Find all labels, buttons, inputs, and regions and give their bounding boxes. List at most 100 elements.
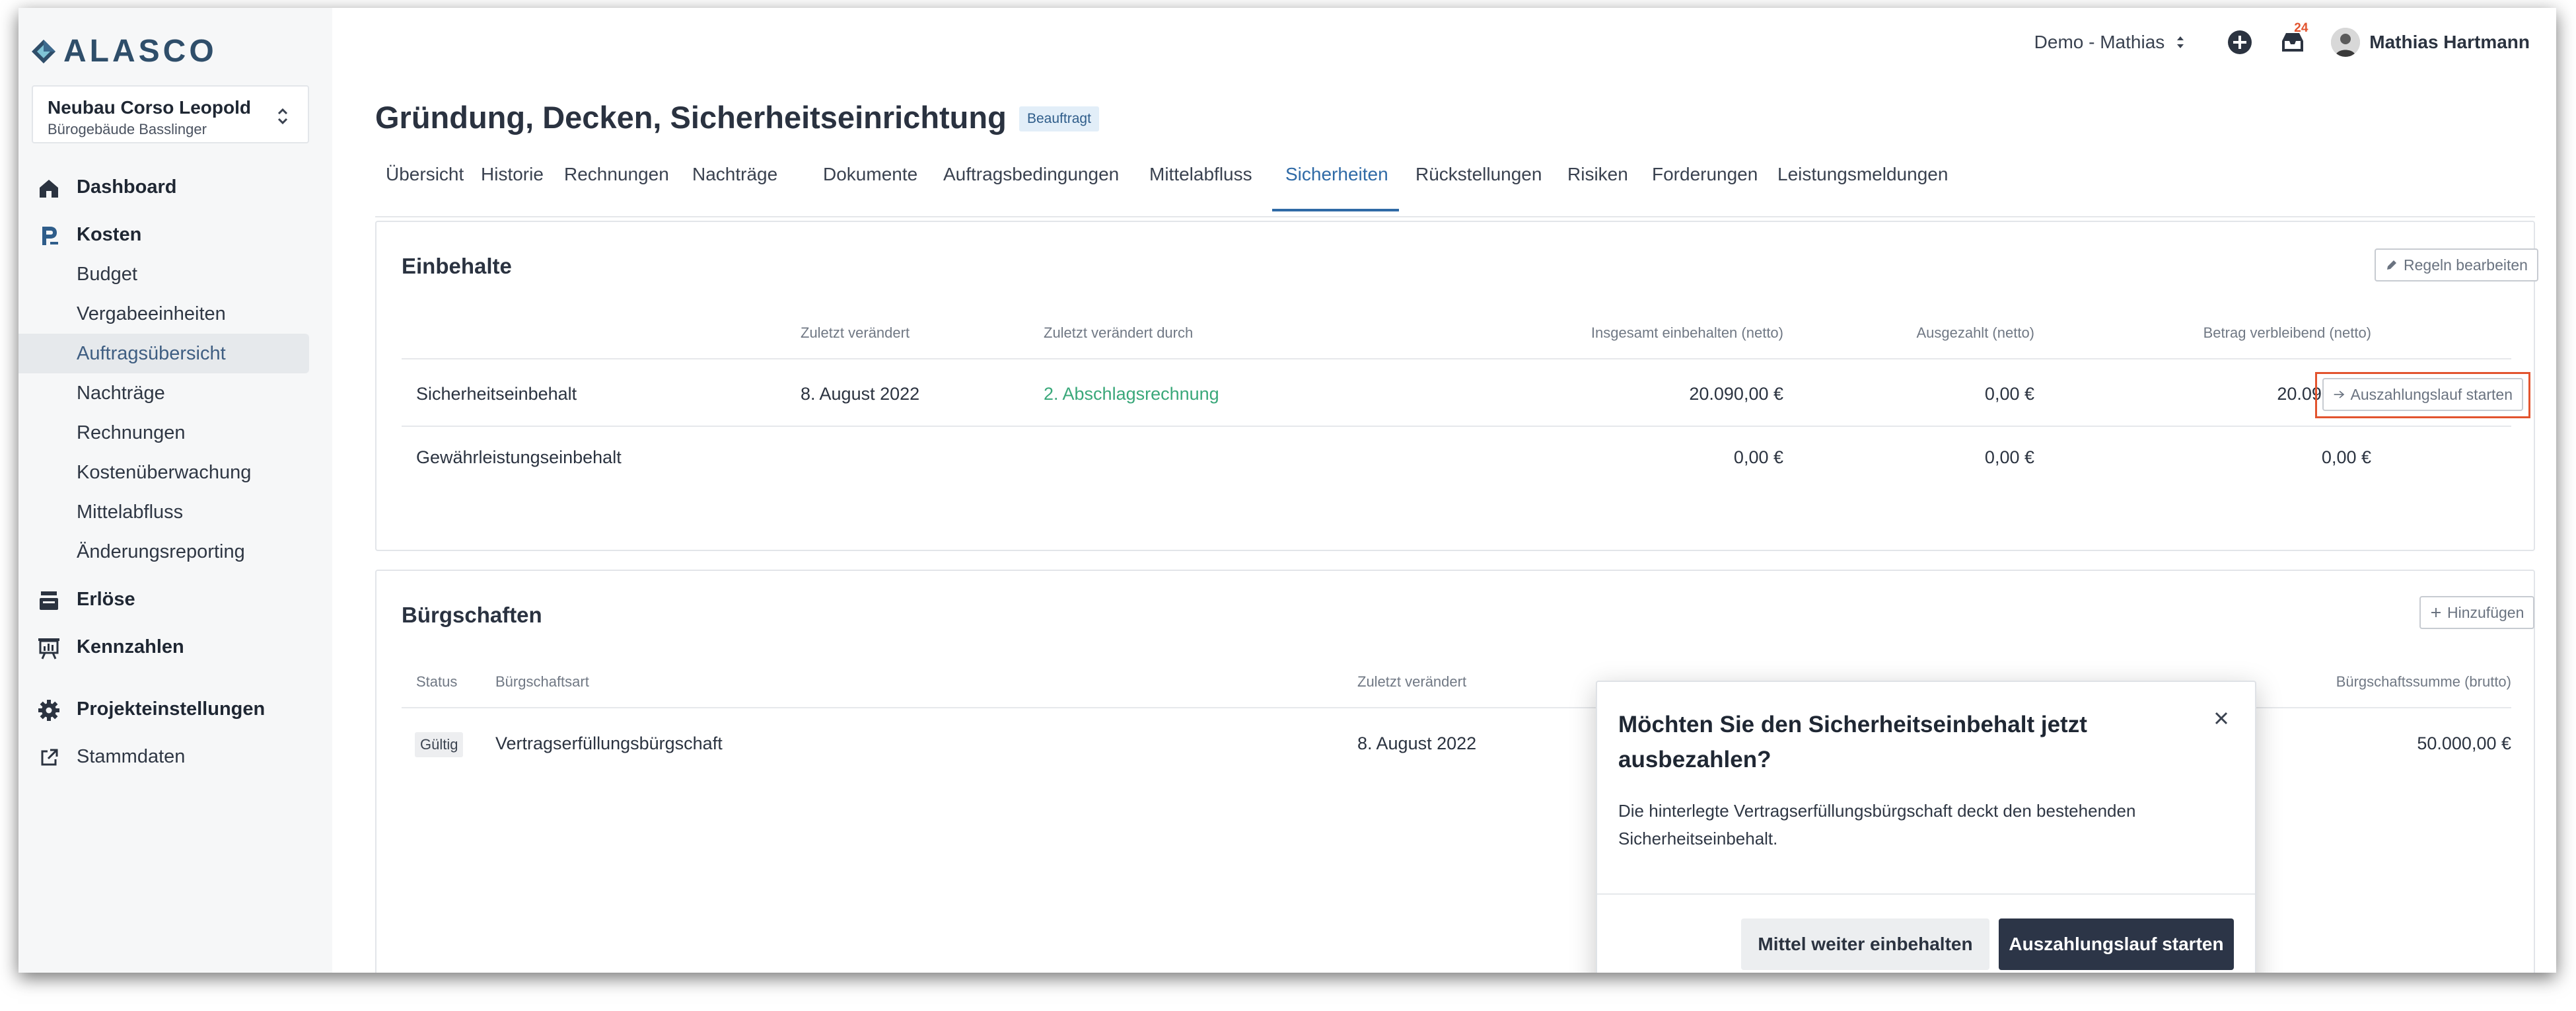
- avatar: [2331, 28, 2361, 57]
- user-menu[interactable]: Mathias Hartmann: [2331, 28, 2530, 57]
- sidebar-item-label: Nachträge: [77, 382, 165, 404]
- guarantee-sum: 50.000,00 €: [2417, 733, 2511, 753]
- einbehalt-total: 20.090,00 €: [1689, 384, 1783, 404]
- brand-name: ALASCO: [63, 34, 217, 69]
- sidebar: ALASCO Neubau Corso Leopold Bürogebäude …: [18, 8, 332, 973]
- tab-uebersicht[interactable]: Übersicht: [386, 164, 464, 202]
- status-badge: Gültig: [415, 732, 464, 757]
- column-header-total: Insgesamt einbehalten (netto): [1591, 324, 1783, 341]
- column-header-changed: Zuletzt verändert: [801, 324, 910, 341]
- sidebar-item-label: Kennzahlen: [77, 636, 184, 657]
- sidebar-item-label: Kosten: [77, 223, 142, 245]
- close-button[interactable]: [2210, 707, 2233, 730]
- sidebar-item-dashboard[interactable]: Dashboard: [18, 167, 309, 207]
- sidebar-item-label: Änderungsreporting: [77, 541, 245, 562]
- start-payout-run-label: Auszahlungslauf starten: [2350, 385, 2513, 403]
- table-divider: [402, 426, 2511, 427]
- project-selector[interactable]: Neubau Corso Leopold Bürogebäude Basslin…: [32, 85, 309, 143]
- presentation-chart-icon: [38, 638, 59, 659]
- sidebar-item-kennzahlen[interactable]: Kennzahlen: [18, 627, 309, 667]
- pencil-icon: [2387, 260, 2396, 270]
- project-building: Bürogebäude Basslinger: [48, 121, 207, 137]
- sidebar-item-label: Mittelabfluss: [77, 501, 184, 523]
- tab-auftragsbedingungen[interactable]: Auftragsbedingungen: [943, 164, 1119, 202]
- workspace-name: Demo - Mathias: [2034, 32, 2165, 52]
- confirm-payout-button[interactable]: Auszahlungslauf starten: [1999, 918, 2234, 970]
- topbar: Demo - Mathias 24 Mathias Hartmann: [2034, 21, 2530, 62]
- tab-sicherheiten[interactable]: Sicherheiten: [1285, 164, 1388, 202]
- page-title: Gründung, Decken, Sicherheitseinrichtung: [375, 100, 1007, 135]
- dialog-divider: [1597, 893, 2255, 895]
- einbehalte-card: Einbehalte Regeln bearbeiten Zuletzt ver…: [375, 221, 2538, 551]
- tab-mittelabfluss[interactable]: Mittelabfluss: [1149, 164, 1252, 202]
- tab-leistungsmeldungen[interactable]: Leistungsmeldungen: [1777, 164, 1948, 202]
- column-header-remaining: Betrag verbleibend (netto): [2203, 324, 2371, 341]
- gear-icon: [38, 700, 59, 721]
- add-guarantee-label: Hinzufügen: [2447, 603, 2524, 621]
- tab-risiken[interactable]: Risiken: [1567, 164, 1628, 202]
- sidebar-item-label: Auftragsübersicht: [77, 342, 226, 364]
- sidebar-item-label: Rechnungen: [77, 422, 186, 443]
- sidebar-item-stammdaten[interactable]: Stammdaten: [18, 737, 309, 776]
- arrow-right-icon: [2334, 391, 2345, 398]
- tab-bar-divider: [375, 216, 2535, 217]
- column-header-status: Status: [416, 673, 458, 690]
- start-payout-run-button[interactable]: Auszahlungslauf starten: [2322, 378, 2523, 411]
- sidebar-item-auftragsuebersicht[interactable]: Auftragsübersicht: [18, 334, 309, 373]
- table-divider: [402, 358, 2511, 359]
- abschlagsrechnung-link[interactable]: 2. Abschlagsrechnung: [1044, 384, 1219, 404]
- sidebar-item-label: Kostenüberwachung: [77, 461, 252, 483]
- column-header-type: Bürgschaftsart: [495, 673, 589, 690]
- cost-icon: [42, 227, 58, 245]
- keep-funds-button[interactable]: Mittel weiter einbehalten: [1741, 918, 1989, 970]
- chevron-up-down-icon: [2177, 36, 2184, 48]
- workspace-switcher[interactable]: Demo - Mathias: [2034, 32, 2186, 53]
- tab-rueckstellungen[interactable]: Rückstellungen: [1415, 164, 1542, 202]
- einbehalt-total: 0,00 €: [1733, 447, 1783, 467]
- cash-register-icon: [40, 591, 58, 610]
- tab-rechnungen[interactable]: Rechnungen: [564, 164, 669, 202]
- brand-logo[interactable]: ALASCO: [30, 33, 217, 69]
- alasco-logo-icon: [32, 39, 55, 63]
- sidebar-item-mittelabfluss[interactable]: Mittelabfluss: [18, 492, 309, 532]
- dialog-title: Möchten Sie den Sicherheitseinbehalt jet…: [1618, 712, 2087, 772]
- sidebar-item-projekteinstellungen[interactable]: Projekteinstellungen: [18, 689, 309, 729]
- tab-nachtraege[interactable]: Nachträge: [692, 164, 777, 202]
- sidebar-item-aenderungsreporting[interactable]: Änderungsreporting: [18, 532, 309, 572]
- sidebar-item-nachtraege[interactable]: Nachträge: [18, 373, 309, 413]
- einbehalt-changed: 8. August 2022: [801, 384, 920, 404]
- tab-historie[interactable]: Historie: [481, 164, 544, 202]
- close-icon: [2215, 712, 2228, 725]
- user-name: Mathias Hartmann: [2369, 32, 2530, 52]
- add-guarantee-button[interactable]: Hinzufügen: [2419, 596, 2535, 629]
- sidebar-item-vergabeeinheiten[interactable]: Vergabeeinheiten: [18, 294, 309, 334]
- app-window: ALASCO Neubau Corso Leopold Bürogebäude …: [18, 8, 2556, 973]
- tab-forderungen[interactable]: Forderungen: [1652, 164, 1758, 202]
- einbehalte-title: Einbehalte: [402, 254, 512, 278]
- sidebar-item-label: Budget: [77, 263, 137, 285]
- edit-rules-label: Regeln bearbeiten: [2404, 256, 2528, 274]
- home-icon: [40, 180, 58, 198]
- chevron-up-down-icon: [277, 108, 288, 125]
- sidebar-item-label: Vergabeeinheiten: [77, 303, 226, 324]
- sidebar-item-rechnungen[interactable]: Rechnungen: [18, 413, 309, 453]
- sidebar-item-kosten[interactable]: Kosten: [18, 215, 309, 254]
- sidebar-item-label: Stammdaten: [77, 745, 186, 767]
- tab-dokumente[interactable]: Dokumente: [823, 164, 917, 202]
- sidebar-item-budget[interactable]: Budget: [18, 254, 309, 294]
- active-tab-indicator: [1272, 209, 1399, 211]
- sidebar-item-erloese[interactable]: Erlöse: [18, 580, 309, 619]
- sidebar-item-kostenueberwachung[interactable]: Kostenüberwachung: [18, 453, 309, 492]
- external-link-icon: [41, 749, 58, 766]
- column-header-changed-by: Zuletzt verändert durch: [1044, 324, 1194, 341]
- einbehalt-name: Sicherheitseinbehalt: [416, 384, 577, 404]
- notifications-button[interactable]: 24: [2278, 21, 2308, 57]
- project-name: Neubau Corso Leopold: [48, 97, 251, 118]
- edit-rules-button[interactable]: Regeln bearbeiten: [2375, 248, 2538, 281]
- add-button[interactable]: [2225, 28, 2254, 57]
- user-photo-icon: [2331, 28, 2361, 57]
- column-header-paid: Ausgezahlt (netto): [1916, 324, 2034, 341]
- einbehalt-paid: 0,00 €: [1984, 447, 2034, 467]
- column-header-sum: Bürgschaftssumme (brutto): [2336, 673, 2511, 690]
- guarantee-type: Vertragserfüllungsbürgschaft: [495, 733, 723, 753]
